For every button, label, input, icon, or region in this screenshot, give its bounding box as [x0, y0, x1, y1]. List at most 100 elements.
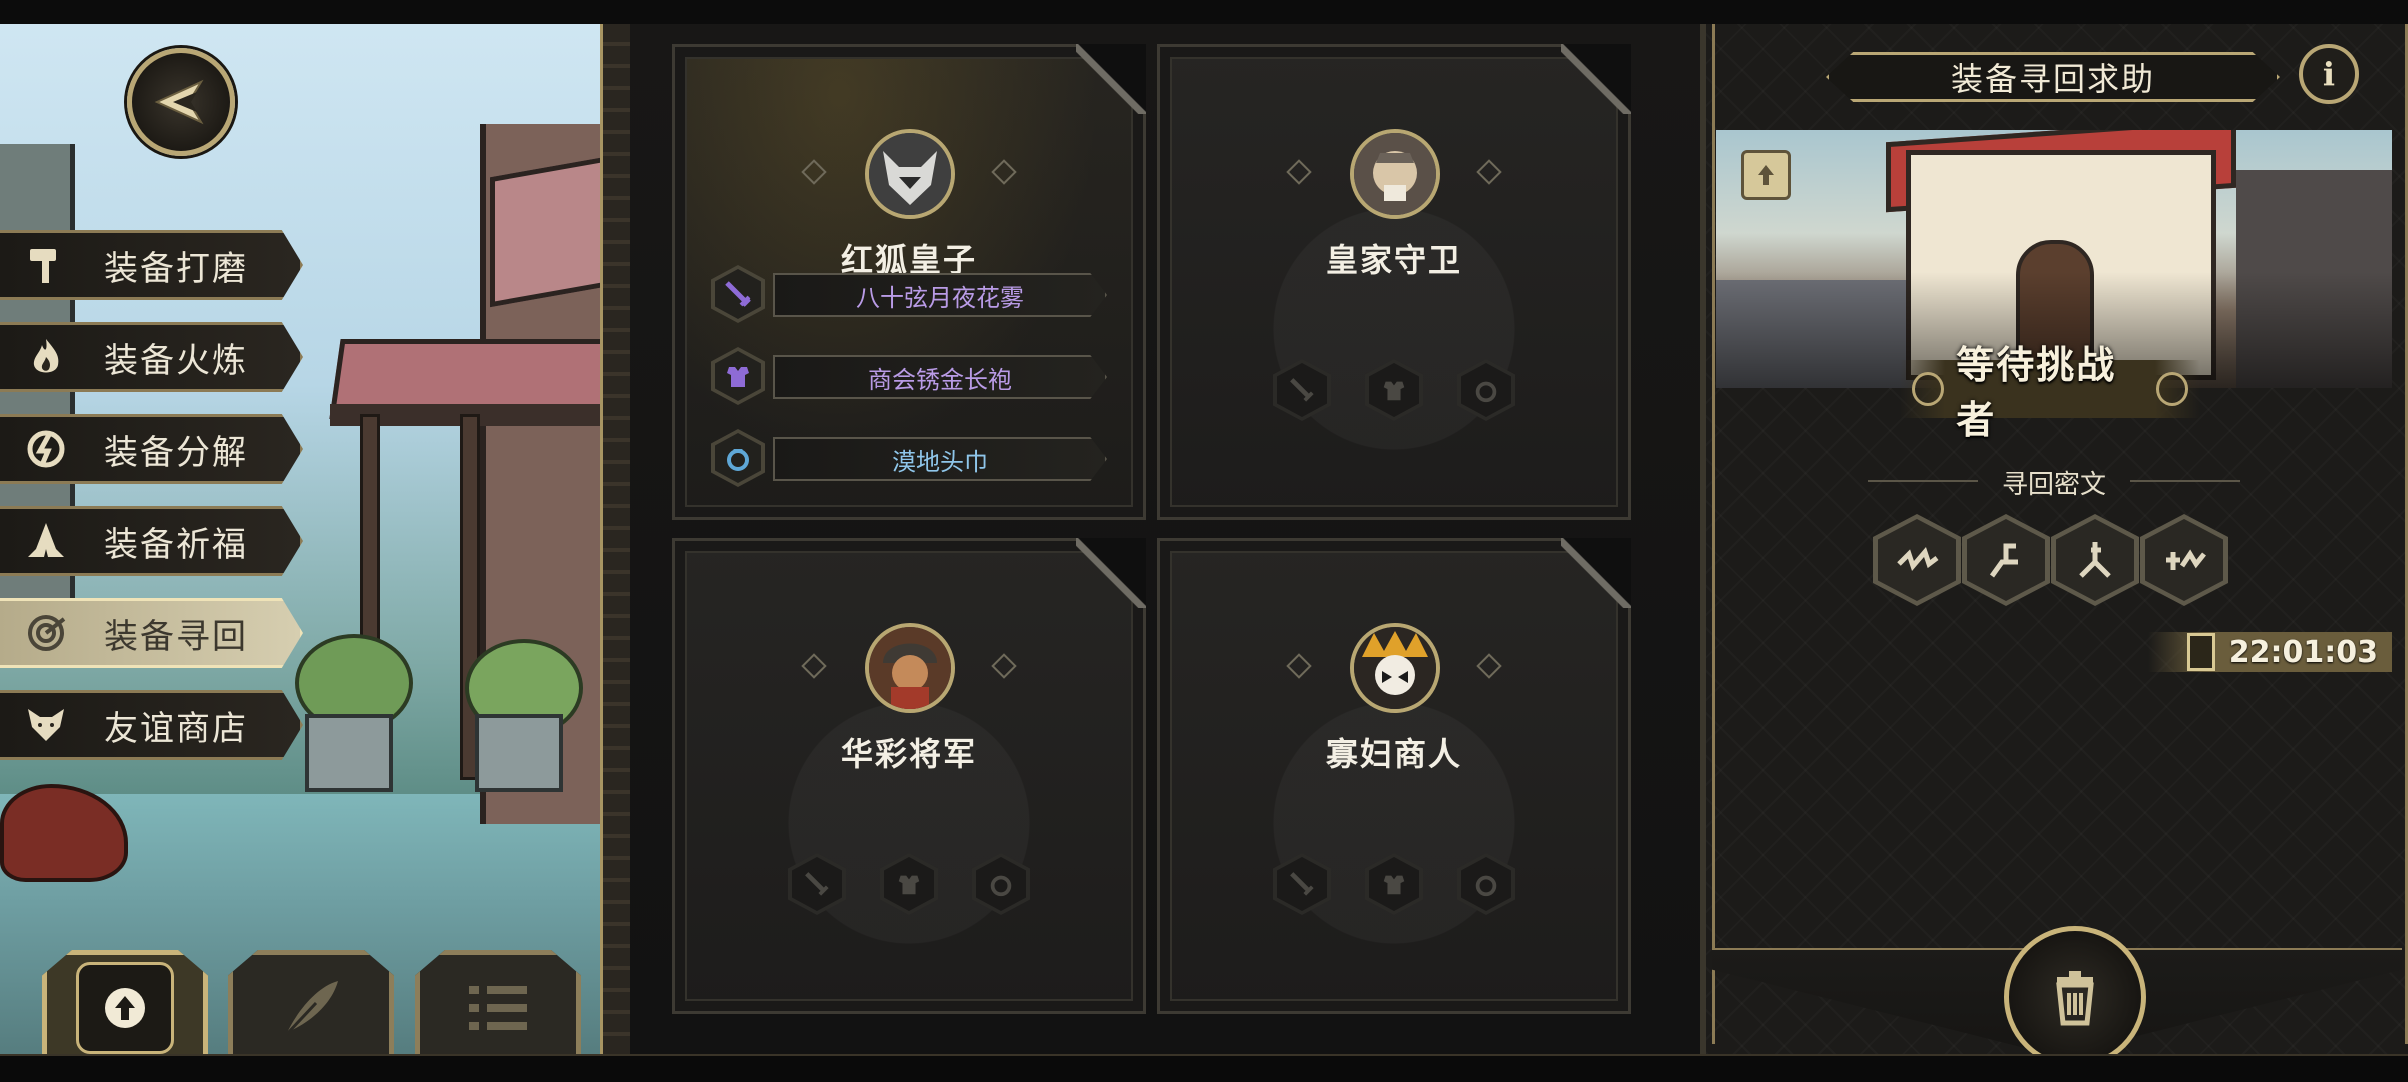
- countdown-timer: 22:01:03: [2148, 632, 2392, 672]
- page-fold-corner: [1076, 44, 1146, 114]
- menu-item-friendship-shop[interactable]: 友谊商店: [0, 690, 303, 760]
- status-banner: 等待挑战者: [1900, 343, 2200, 442]
- equipment-name: 八十弦月夜花雾: [773, 273, 1107, 317]
- menu-item-label: 装备打磨: [104, 248, 248, 289]
- armor-slot-empty[interactable]: [880, 853, 938, 915]
- equipment-name: 商会锈金长袍: [773, 355, 1107, 399]
- trash-icon: [2056, 971, 2094, 1026]
- back-button[interactable]: [127, 48, 235, 156]
- diamond-ornament: [1476, 159, 1502, 185]
- quill-button[interactable]: [228, 950, 394, 1066]
- upload-file-icon: [76, 962, 174, 1054]
- glyph-4-icon: [2166, 549, 2206, 570]
- character-portrait-avatar: [865, 129, 955, 219]
- menu-item-label: 装备分解: [104, 432, 248, 473]
- menu-item-equip-forge[interactable]: 装备火炼: [0, 322, 303, 392]
- equipment-row-accessory[interactable]: 漠地头巾: [711, 429, 1121, 487]
- info-icon: i: [2322, 55, 2336, 93]
- upload-button[interactable]: [42, 950, 208, 1066]
- accessory-slot-empty[interactable]: [972, 853, 1030, 915]
- hammer-icon: [18, 237, 74, 293]
- character-portrait-avatar: [1350, 623, 1440, 713]
- empty-equipment-slots: [675, 853, 1143, 915]
- fox-head-icon: [18, 697, 74, 753]
- diamond-ornament: [801, 159, 827, 185]
- page-fold-corner: [1561, 44, 1631, 114]
- glyph-2-icon: [1989, 543, 2018, 578]
- ring-icon: [990, 875, 1012, 897]
- target-icon: [18, 605, 74, 661]
- flame-icon: [18, 329, 74, 385]
- sword-icon: [1290, 378, 1314, 402]
- glyph-1-icon: [1897, 547, 1939, 571]
- glyph-3-icon: [2079, 542, 2111, 578]
- armor-slot-empty[interactable]: [1365, 359, 1423, 421]
- diamond-ornament: [1286, 159, 1312, 185]
- ruined-wall: [0, 144, 75, 664]
- empty-equipment-slots: [1160, 359, 1628, 421]
- sword-icon: [805, 872, 829, 896]
- trash-button[interactable]: [2004, 926, 2146, 1068]
- character-card-red-fox-prince[interactable]: 红狐皇子 八十弦月夜花雾 商会锈金长袍 漠地头巾: [672, 44, 1146, 520]
- armor-icon: [898, 875, 920, 895]
- stone-planter: [305, 714, 393, 792]
- back-arrow-icon: [154, 79, 204, 125]
- armor-slot: [711, 347, 765, 405]
- character-card-colorful-general[interactable]: 华彩将军: [672, 538, 1146, 1014]
- timer-value: 22:01:03: [2228, 634, 2378, 670]
- panel-title: 装备寻回求助: [1826, 52, 2280, 102]
- bottom-border: [0, 1054, 2408, 1082]
- character-card-widow-merchant[interactable]: 寡妇商人: [1157, 538, 1631, 1014]
- ring-icon: [1475, 381, 1497, 403]
- diamond-ornament: [1476, 653, 1502, 679]
- menu-item-equip-bless[interactable]: 装备祈福: [0, 506, 303, 576]
- ring-icon: [727, 449, 749, 471]
- equipment-row-armor[interactable]: 商会锈金长袍: [711, 347, 1121, 405]
- character-card-royal-guard[interactable]: 皇家守卫: [1157, 44, 1631, 520]
- accessory-slot: [711, 429, 765, 487]
- list-icon: [469, 986, 527, 1030]
- feather-icon: [284, 981, 338, 1037]
- hourglass-icon: [2186, 633, 2215, 671]
- sword-icon: [725, 281, 751, 307]
- upload-arrow-icon: [1758, 165, 1774, 185]
- top-border: [0, 0, 2408, 27]
- sword-icon: [1290, 872, 1314, 896]
- armor-slot-empty[interactable]: [1365, 853, 1423, 915]
- weapon-slot-empty[interactable]: [1273, 359, 1331, 421]
- disassemble-icon: [18, 421, 74, 477]
- weapon-slot-empty[interactable]: [1273, 853, 1331, 915]
- character-name: 寡妇商人: [1325, 735, 1462, 773]
- weapon-slot: [711, 265, 765, 323]
- armor-icon: [1383, 875, 1405, 895]
- cipher-label: 寻回密文: [1868, 464, 2240, 501]
- equipment-name: 漠地头巾: [773, 437, 1107, 481]
- ornament-icon: [1912, 372, 1945, 406]
- menu-item-equip-disassemble[interactable]: 装备分解: [0, 414, 303, 484]
- armor-icon: [727, 367, 749, 387]
- equipment-row-weapon[interactable]: 八十弦月夜花雾: [711, 265, 1121, 323]
- menu-item-label: 装备火炼: [104, 340, 248, 381]
- accessory-slot-empty[interactable]: [1457, 853, 1515, 915]
- diamond-ornament: [991, 653, 1017, 679]
- accessory-slot-empty[interactable]: [1457, 359, 1515, 421]
- info-button[interactable]: i: [2299, 44, 2359, 104]
- list-button[interactable]: [415, 950, 581, 1066]
- menu-item-equip-retrieve[interactable]: 装备寻回: [0, 598, 303, 668]
- weapon-slot-empty[interactable]: [788, 853, 846, 915]
- status-text: 等待挑战者: [1956, 343, 2117, 442]
- armor-icon: [1383, 381, 1405, 401]
- praying-hands-icon: [18, 513, 74, 569]
- page-fold-corner: [1561, 538, 1631, 608]
- empty-equipment-slots: [1160, 853, 1628, 915]
- page-fold-corner: [1076, 538, 1146, 608]
- diamond-ornament: [801, 653, 827, 679]
- menu-item-equip-polish[interactable]: 装备打磨: [0, 230, 303, 300]
- stone-planter: [475, 714, 563, 792]
- diamond-ornament: [991, 159, 1017, 185]
- share-button[interactable]: [1741, 150, 1791, 200]
- character-name: 皇家守卫: [1325, 241, 1462, 279]
- house-roof-upper: [490, 150, 608, 308]
- character-portrait-avatar: [1350, 129, 1440, 219]
- ornament-icon: [2155, 372, 2188, 406]
